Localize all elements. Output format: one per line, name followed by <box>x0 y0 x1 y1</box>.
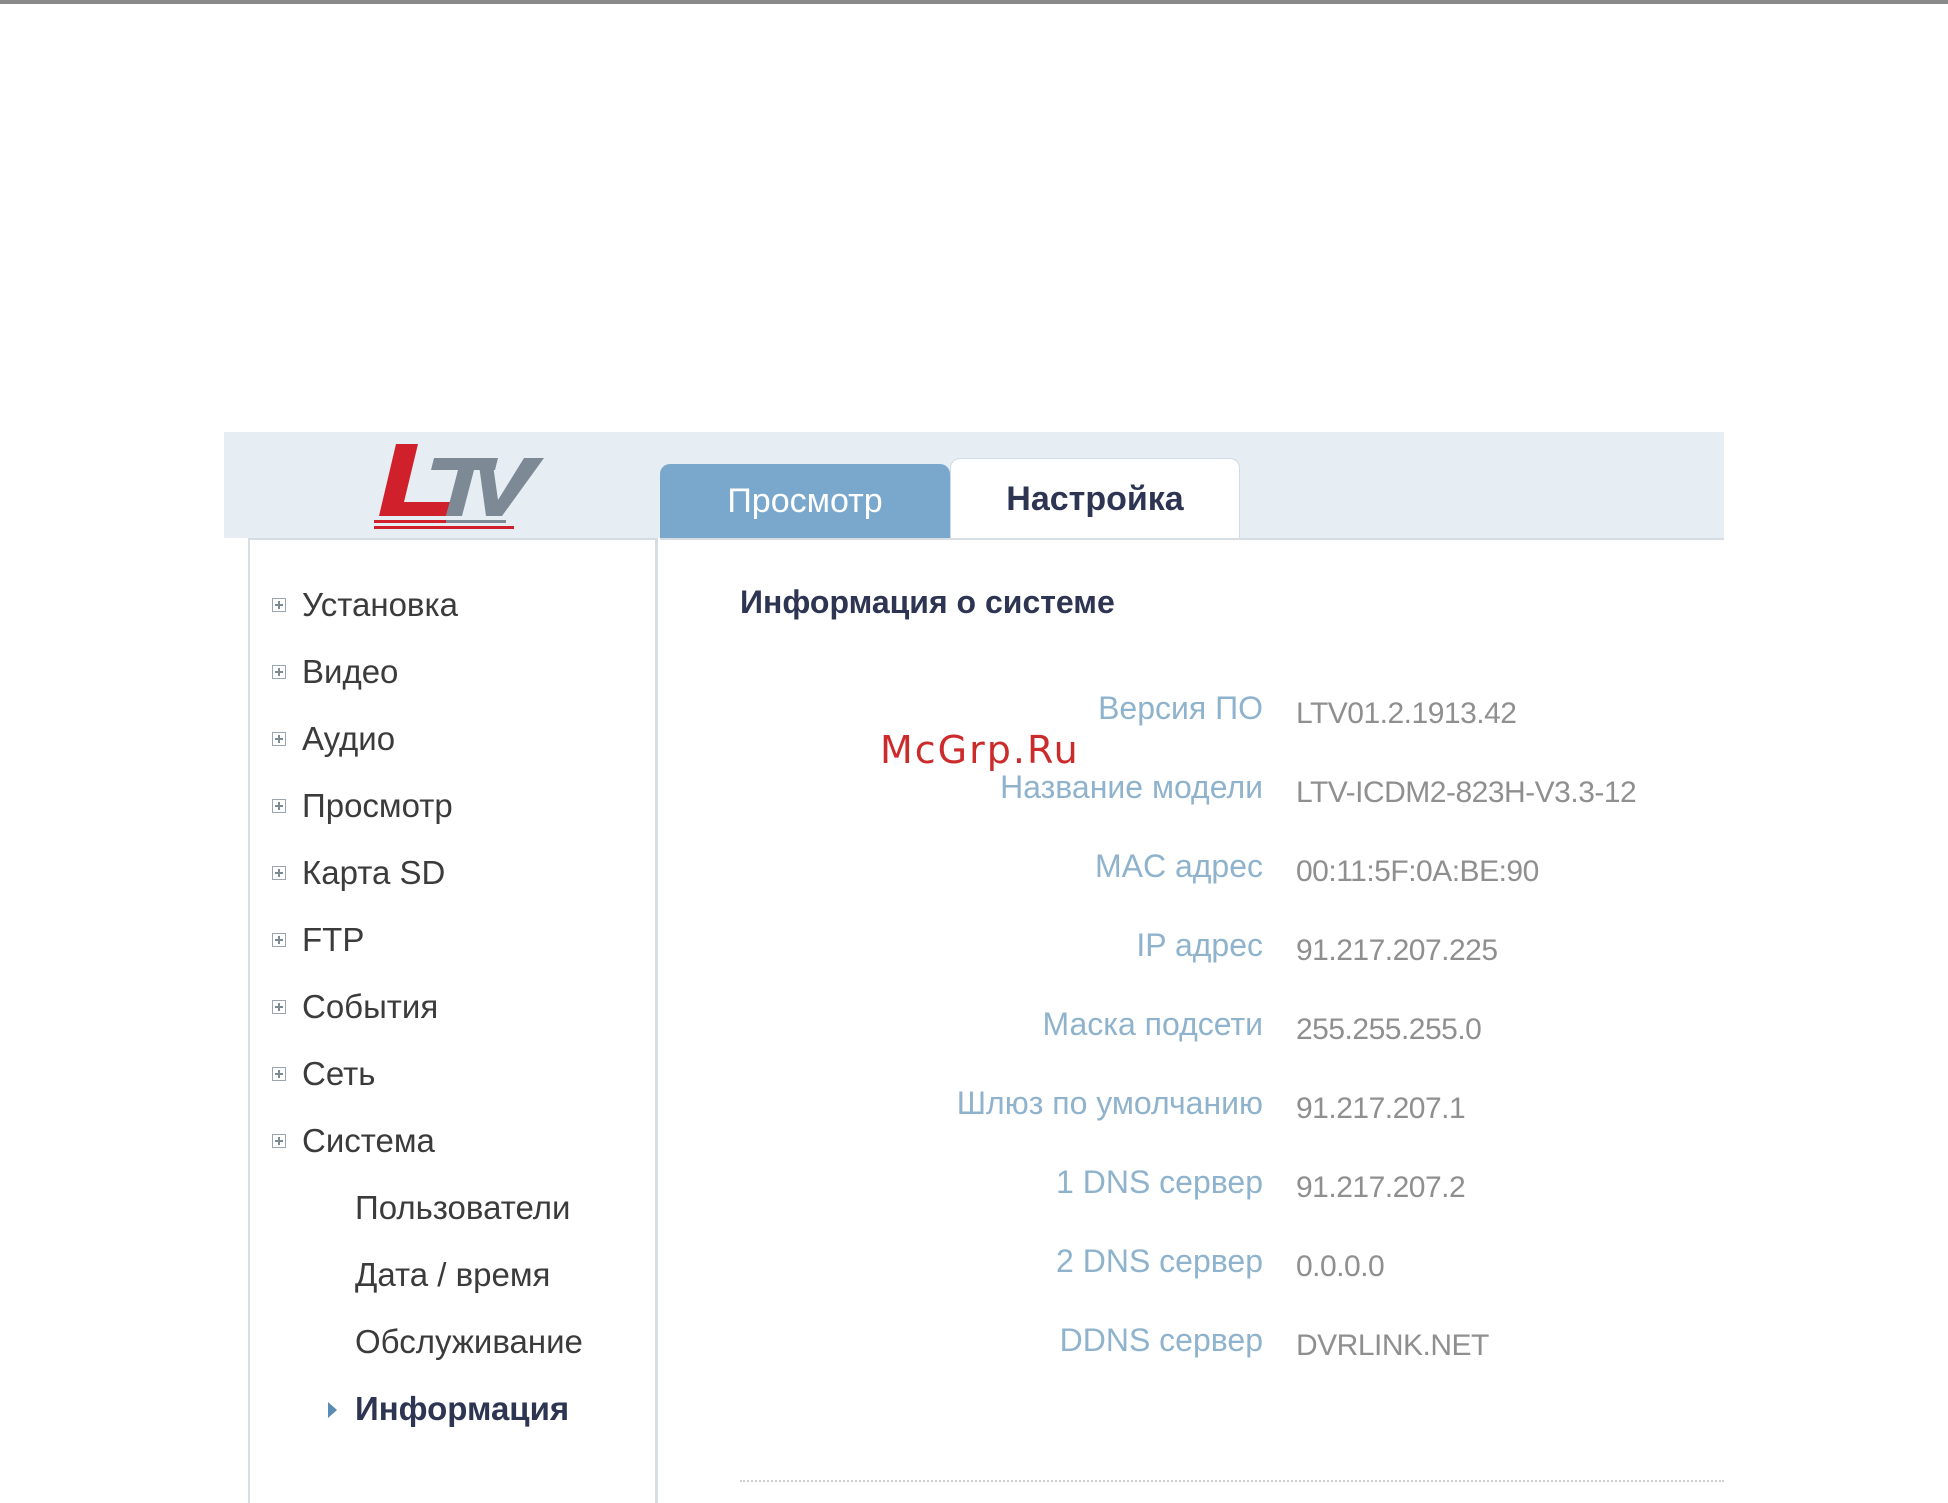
sidebar-subitem-label: Информация <box>355 1390 570 1427</box>
firmware-version-label: Версия ПО <box>1098 690 1263 726</box>
sidebar-item-sd-card[interactable]: Карта SD <box>250 848 445 898</box>
sidebar-subitem-maintenance[interactable]: Обслуживание <box>355 1317 583 1367</box>
dns2-label: 2 DNS сервер <box>1056 1243 1263 1279</box>
tab-view[interactable]: Просмотр <box>660 464 950 538</box>
expand-icon[interactable] <box>272 933 286 947</box>
sidebar-item-label: Аудио <box>302 720 396 757</box>
expand-icon[interactable] <box>272 1067 286 1081</box>
expand-icon[interactable] <box>272 1134 286 1148</box>
sidebar-item-video[interactable]: Видео <box>250 647 398 697</box>
sidebar-item-label: События <box>302 988 439 1025</box>
sidebar-item-label: Видео <box>302 653 399 690</box>
ip-address-label: IP адрес <box>1136 927 1263 963</box>
subnet-mask-value: 255.255.255.0 <box>1296 1013 1482 1046</box>
sidebar-item-label: Просмотр <box>302 787 453 824</box>
sidebar-subitem-users[interactable]: Пользователи <box>355 1183 570 1233</box>
expand-icon[interactable] <box>272 665 286 679</box>
selected-arrow-icon <box>328 1402 337 1418</box>
expand-icon[interactable] <box>272 866 286 880</box>
tab-view-label: Просмотр <box>727 481 883 520</box>
expand-icon[interactable] <box>272 799 286 813</box>
ddns-server-value: DVRLINK.NET <box>1296 1329 1489 1362</box>
model-name-label: Название модели <box>1000 769 1263 805</box>
expand-icon[interactable] <box>272 732 286 746</box>
sidebar-subitem-information[interactable]: Информация <box>328 1384 570 1434</box>
subnet-mask-label: Маска подсети <box>1042 1006 1263 1042</box>
expand-icon[interactable] <box>272 598 286 612</box>
default-gateway-label: Шлюз по умолчанию <box>956 1085 1263 1121</box>
tab-settings-label: Настройка <box>1006 480 1184 518</box>
sidebar-item-label: Установка <box>302 586 458 623</box>
dns1-label: 1 DNS сервер <box>1056 1164 1263 1200</box>
dns2-value: 0.0.0.0 <box>1296 1250 1385 1283</box>
ip-address-value: 91.217.207.225 <box>1296 934 1498 967</box>
mac-address-value: 00:11:5F:0A:BE:90 <box>1296 855 1539 888</box>
sidebar-item-network[interactable]: Сеть <box>250 1049 375 1099</box>
sidebar-subitem-label: Пользователи <box>355 1189 571 1226</box>
ddns-server-label: DDNS сервер <box>1059 1322 1263 1358</box>
page-title: Информация о системе <box>740 584 1115 620</box>
sidebar-item-system[interactable]: Система <box>250 1116 435 1166</box>
main-content: Информация о системе Версия ПО LTV01.2.1… <box>660 538 1724 1503</box>
sidebar-item-events[interactable]: События <box>250 982 438 1032</box>
sidebar-item-setup[interactable]: Установка <box>250 580 458 630</box>
mac-address-label: MAC адрес <box>1094 848 1263 884</box>
tab-settings[interactable]: Настройка <box>950 458 1240 540</box>
sidebar-subitem-datetime[interactable]: Дата / время <box>355 1250 550 1300</box>
model-name-value: LTV-ICDM2-823H-V3.3-12 <box>1296 776 1637 809</box>
section-divider <box>740 1480 1724 1482</box>
firmware-version-value: LTV01.2.1913.42 <box>1296 697 1517 730</box>
sidebar-item-ftp[interactable]: FTP <box>250 915 364 965</box>
expand-icon[interactable] <box>272 1000 286 1014</box>
header-bar: Просмотр Настройка <box>224 432 1724 540</box>
dns1-value: 91.217.207.2 <box>1296 1171 1466 1204</box>
ltv-logo <box>374 444 544 530</box>
top-rule <box>0 0 1948 4</box>
sidebar-item-label: Сеть <box>302 1055 376 1092</box>
sidebar-subitem-label: Обслуживание <box>355 1323 583 1360</box>
sidebar-item-audio[interactable]: Аудио <box>250 714 395 764</box>
sidebar-item-label: Система <box>302 1122 435 1159</box>
sidebar-item-label: Карта SD <box>302 854 446 891</box>
sidebar-item-label: FTP <box>302 921 365 958</box>
sidebar-menu: Установка Видео Аудио Просмотр Карта SD … <box>248 538 658 1503</box>
default-gateway-value: 91.217.207.1 <box>1296 1092 1466 1125</box>
sidebar-item-view[interactable]: Просмотр <box>250 781 453 831</box>
watermark: McGrp.Ru <box>880 728 1080 772</box>
sidebar-subitem-label: Дата / время <box>355 1256 551 1293</box>
camera-web-ui: Просмотр Настройка Установка Видео Аудио… <box>224 432 1724 1503</box>
